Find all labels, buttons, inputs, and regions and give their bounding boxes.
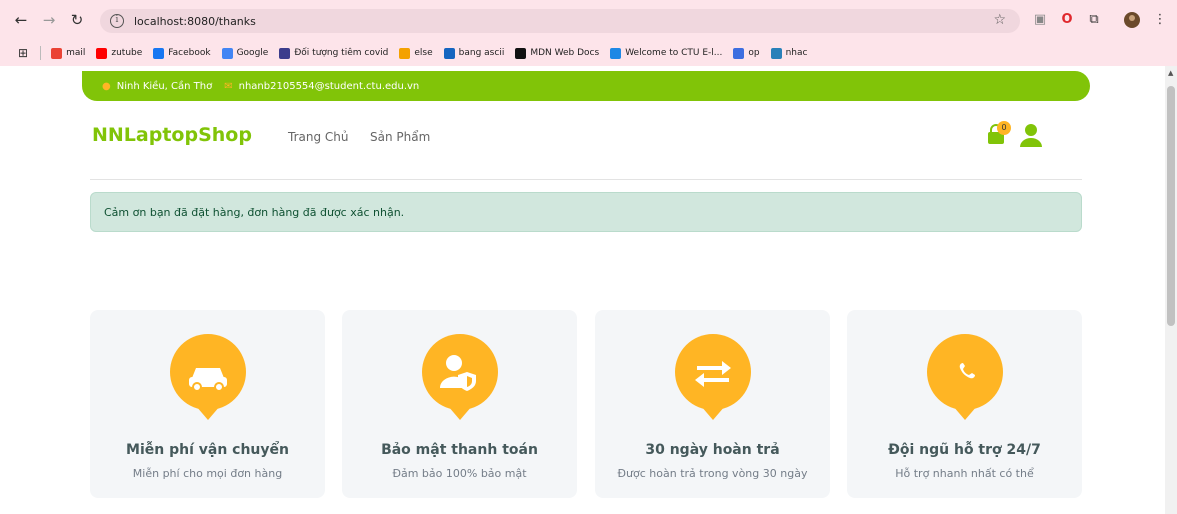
bookmark-item[interactable]: Google (221, 47, 269, 59)
feature-subtitle: Được hoàn trả trong vòng 30 ngày (617, 467, 808, 480)
reload-icon[interactable]: ↻ (66, 9, 88, 31)
feature-card-shipping: Miễn phí vận chuyển Miễn phí cho mọi đơn… (90, 310, 325, 498)
envelope-icon: ✉ (224, 80, 233, 92)
feature-subtitle: Đảm bảo 100% bảo mật (392, 467, 527, 480)
browser-chrome: ← → ↻ i localhost:8080/thanks ☆ ▣ O ⧉ ⋮ … (0, 0, 1177, 66)
page-scrollbar[interactable]: ▲ (1165, 66, 1177, 514)
navbar: NNLaptopShop Trang Chủ Sản Phẩm 0 (90, 118, 1082, 158)
feature-subtitle: Miễn phí cho mọi đơn hàng (132, 467, 283, 480)
profile-avatar[interactable] (1123, 11, 1141, 29)
mdn-icon (515, 47, 527, 59)
user-shield-icon (414, 326, 506, 438)
opera-extension-icon[interactable]: O (1058, 11, 1076, 29)
topbar-address[interactable]: Ninh Kiều, Cần Thơ (117, 81, 213, 92)
cart-count-badge: 0 (997, 121, 1011, 135)
feature-card-security: Bảo mật thanh toán Đảm bảo 100% bảo mật (342, 310, 577, 498)
bookmark-label: Facebook (168, 48, 211, 58)
bookmark-item[interactable]: Facebook (153, 47, 211, 59)
bookmark-item[interactable]: MDN Web Docs (515, 47, 600, 59)
bookmark-label: MDN Web Docs (530, 48, 600, 58)
bookmark-label: op (748, 48, 760, 58)
scroll-up-arrow-icon[interactable]: ▲ (1168, 69, 1173, 77)
extension-icon[interactable]: ▣ (1031, 11, 1049, 29)
menu-kebab-icon[interactable]: ⋮ (1151, 11, 1169, 29)
bookmark-label: Welcome to CTU E-l... (625, 48, 723, 58)
bookmark-label: bang ascii (458, 48, 505, 58)
feature-subtitle: Hỗ trợ nhanh nhất có thể (895, 467, 1034, 480)
user-icon[interactable] (1018, 122, 1044, 148)
site-info-icon[interactable]: i (110, 14, 124, 28)
address-url: localhost:8080/thanks (134, 14, 256, 28)
bookmark-item[interactable]: mail (51, 47, 86, 59)
bookmark-label: zutube (111, 48, 143, 58)
apps-grid-icon[interactable]: ⊞ (18, 46, 28, 60)
map-marker-icon: ● (102, 80, 111, 92)
op-icon (733, 47, 745, 59)
extensions-puzzle-icon[interactable]: ⧉ (1085, 11, 1103, 29)
features-section: Miễn phí vận chuyển Miễn phí cho mọi đơn… (90, 310, 1082, 498)
page-viewport: ● Ninh Kiều, Cần Thơ ✉ nhanb2105554@stud… (0, 66, 1165, 514)
covid-icon (279, 47, 291, 59)
youtube-icon (96, 47, 108, 59)
phone-icon (919, 326, 1011, 438)
feature-title: Miễn phí vận chuyển (126, 442, 289, 458)
address-bar[interactable]: i localhost:8080/thanks ☆ (100, 9, 1020, 33)
bookmark-item[interactable]: bang ascii (443, 47, 505, 59)
bookmark-item[interactable]: Welcome to CTU E-l... (610, 47, 723, 59)
bookmarks-separator (40, 46, 42, 60)
alert-message: Cảm ơn bạn đã đặt hàng, đơn hàng đã được… (104, 205, 405, 219)
brand-logo[interactable]: NNLaptopShop (92, 124, 252, 146)
car-icon (162, 326, 254, 438)
bookmarks-bar: ⊞ mail zutube Facebook Google Đối tượng tiêm… (0, 42, 1177, 64)
feature-title: Bảo mật thanh toán (381, 442, 538, 458)
nhac-icon (770, 47, 782, 59)
feature-card-returns: 30 ngày hoàn trả Được hoàn trả trong vòn… (595, 310, 830, 498)
else-icon (399, 47, 411, 59)
google-icon (221, 47, 233, 59)
bookmark-label: Đối tượng tiêm covid (294, 48, 389, 58)
bookmark-list: mail zutube Facebook Google Đối tượng tiêm c… (51, 47, 818, 59)
exchange-icon (667, 326, 759, 438)
facebook-icon (153, 47, 165, 59)
bookmark-item[interactable]: else (399, 47, 433, 59)
bookmark-label: nhac (785, 48, 808, 58)
bookmark-label: else (414, 48, 433, 58)
feature-title: Đội ngũ hỗ trợ 24/7 (888, 442, 1041, 458)
gmail-icon (51, 47, 63, 59)
nav-link-products[interactable]: Sản Phẩm (370, 130, 430, 144)
bookmark-item[interactable]: nhac (770, 47, 808, 59)
bookmark-label: Google (236, 48, 269, 58)
bookmark-label: mail (66, 48, 86, 58)
bookmark-item[interactable]: op (733, 47, 760, 59)
bookmark-star-icon[interactable]: ☆ (993, 12, 1006, 28)
forward-arrow-icon[interactable]: → (38, 9, 60, 31)
topbar-email[interactable]: nhanb2105554@student.ctu.edu.vn (239, 81, 420, 92)
nav-link-home[interactable]: Trang Chủ (288, 130, 348, 144)
feature-card-support: Đội ngũ hỗ trợ 24/7 Hỗ trợ nhanh nhất có… (847, 310, 1082, 498)
bookmark-item[interactable]: Đối tượng tiêm covid (279, 47, 389, 59)
contact-topbar: ● Ninh Kiều, Cần Thơ ✉ nhanb2105554@stud… (82, 71, 1090, 101)
navbar-divider (90, 179, 1082, 180)
scrollbar-thumb[interactable] (1167, 86, 1175, 326)
ascii-icon (443, 47, 455, 59)
ctu-icon (610, 47, 622, 59)
order-success-alert: Cảm ơn bạn đã đặt hàng, đơn hàng đã được… (90, 192, 1082, 232)
feature-title: 30 ngày hoàn trả (645, 442, 780, 458)
back-arrow-icon[interactable]: ← (10, 9, 32, 31)
bookmark-item[interactable]: zutube (96, 47, 143, 59)
